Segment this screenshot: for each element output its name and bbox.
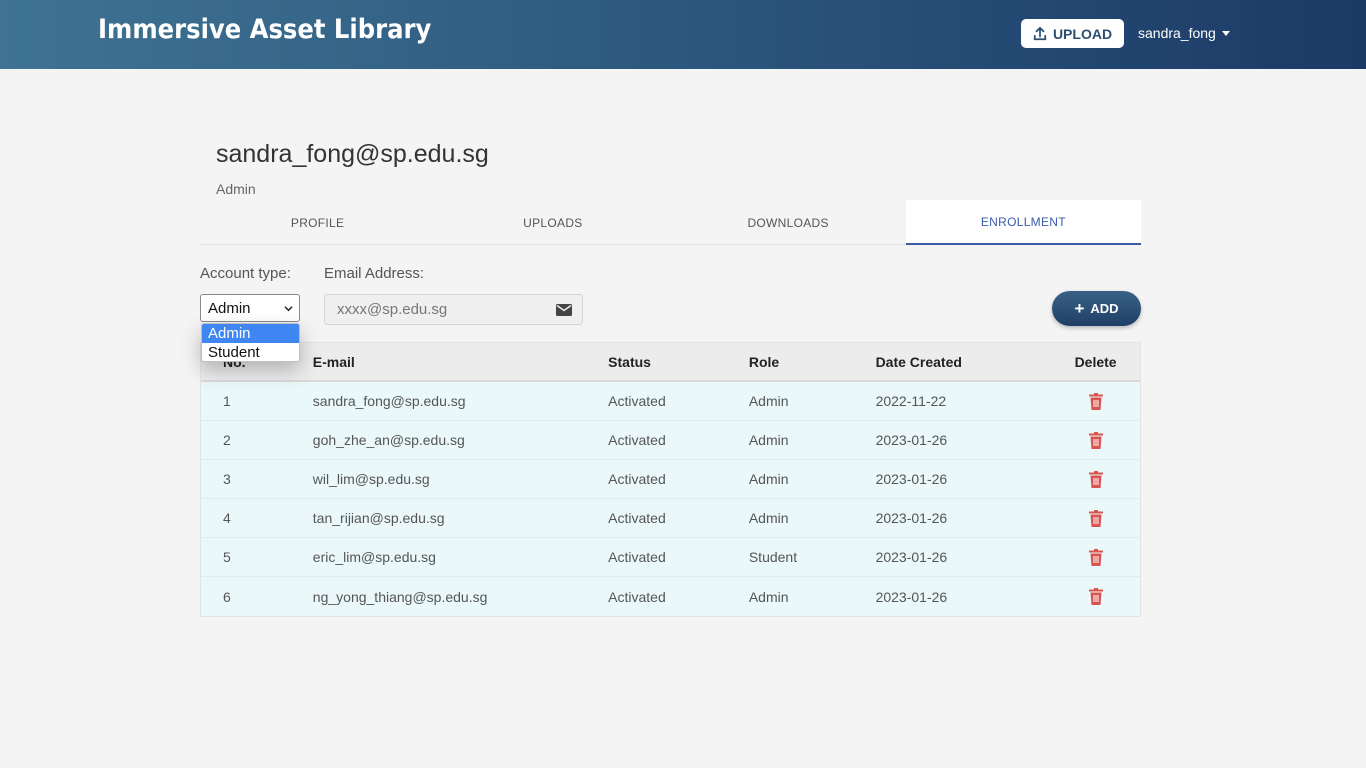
account-type-label: Account type:	[200, 265, 291, 282]
row-role: Admin	[748, 510, 789, 526]
option-admin[interactable]: Admin	[202, 324, 299, 343]
col-date-created: Date Created	[875, 353, 962, 370]
delete-cell	[1051, 548, 1140, 566]
tab-uploads[interactable]: UPLOADS	[435, 200, 670, 245]
upload-icon	[1033, 26, 1047, 40]
trash-icon[interactable]	[1088, 509, 1103, 527]
trash-icon[interactable]	[1088, 431, 1103, 449]
row-status: Activated	[608, 432, 666, 448]
table-row: 6 ng_yong_thiang@sp.edu.sg Activated Adm…	[201, 577, 1140, 616]
user-role: Admin	[216, 181, 256, 197]
delete-cell	[1051, 588, 1140, 605]
row-status: Activated	[608, 588, 666, 605]
user-menu[interactable]: sandra_fong	[1138, 25, 1230, 41]
row-role: Admin	[748, 471, 789, 487]
user-email-heading: sandra_fong@sp.edu.sg	[216, 140, 489, 168]
add-button[interactable]: + ADD	[1052, 291, 1141, 326]
row-date: 2023-01-26	[875, 432, 948, 448]
account-type-select[interactable]: Admin	[200, 294, 300, 322]
row-date: 2023-01-26	[875, 510, 948, 526]
row-email: tan_rijian@sp.edu.sg	[312, 510, 445, 526]
row-email: ng_yong_thiang@sp.edu.sg	[312, 588, 488, 605]
upload-label: UPLOAD	[1052, 25, 1113, 42]
table-row: 1 sandra_fong@sp.edu.sg Activated Admin …	[201, 382, 1140, 421]
row-status: Activated	[608, 510, 666, 526]
profile-tabs: PROFILE UPLOADS DOWNLOADS ENROLLMENT	[200, 200, 1141, 245]
trash-icon[interactable]	[1088, 548, 1103, 566]
row-email: sandra_fong@sp.edu.sg	[312, 393, 466, 409]
top-navbar: Immersive Asset Library UPLOAD sandra_fo…	[0, 0, 1366, 69]
delete-cell	[1051, 392, 1140, 410]
row-email: goh_zhe_an@sp.edu.sg	[312, 432, 465, 448]
trash-icon[interactable]	[1088, 588, 1103, 605]
email-placeholder: xxxx@sp.edu.sg	[337, 301, 448, 318]
row-email: wil_lim@sp.edu.sg	[312, 471, 430, 487]
table-row: 3 wil_lim@sp.edu.sg Activated Admin 2023…	[201, 460, 1140, 499]
trash-icon[interactable]	[1088, 392, 1103, 410]
delete-cell	[1051, 431, 1140, 449]
row-date: 2022-11-22	[875, 393, 947, 409]
table-header: No. E-mail Status Role Date Created Dele…	[201, 343, 1140, 382]
row-status: Activated	[608, 393, 666, 409]
delete-cell	[1051, 509, 1140, 527]
col-role: Role	[748, 353, 780, 370]
enrollment-table: No. E-mail Status Role Date Created Dele…	[200, 342, 1141, 617]
username: sandra_fong	[1138, 25, 1216, 41]
row-role: Admin	[748, 588, 789, 605]
row-no: 6	[223, 588, 231, 605]
upload-button[interactable]: UPLOAD	[1021, 19, 1124, 48]
app-title[interactable]: Immersive Asset Library	[98, 14, 431, 45]
row-role: Admin	[748, 432, 789, 448]
add-label: ADD	[1090, 301, 1119, 316]
trash-icon[interactable]	[1088, 470, 1103, 488]
option-student[interactable]: Student	[202, 343, 299, 361]
account-type-value: Admin	[208, 299, 251, 317]
envelope-icon	[556, 304, 572, 316]
chevron-down-icon	[284, 306, 293, 312]
row-date: 2023-01-26	[875, 549, 948, 565]
caret-down-icon	[1221, 30, 1230, 36]
row-email: eric_lim@sp.edu.sg	[312, 549, 436, 565]
table-row: 2 goh_zhe_an@sp.edu.sg Activated Admin 2…	[201, 421, 1140, 460]
delete-cell	[1051, 470, 1140, 488]
row-no: 3	[223, 471, 231, 487]
row-status: Activated	[608, 549, 666, 565]
col-email: E-mail	[312, 353, 355, 370]
row-status: Activated	[608, 471, 666, 487]
row-role: Admin	[748, 393, 789, 409]
tab-profile[interactable]: PROFILE	[200, 200, 435, 245]
email-address-label: Email Address:	[324, 265, 425, 282]
col-status: Status	[608, 353, 651, 370]
row-date: 2023-01-26	[875, 588, 948, 605]
table-row: 4 tan_rijian@sp.edu.sg Activated Admin 2…	[201, 499, 1140, 538]
row-no: 1	[223, 393, 231, 409]
tab-enrollment[interactable]: ENROLLMENT	[905, 200, 1141, 245]
tab-downloads[interactable]: DOWNLOADS	[671, 200, 906, 245]
row-date: 2023-01-26	[875, 471, 948, 487]
row-no: 5	[223, 549, 231, 565]
email-input[interactable]: xxxx@sp.edu.sg	[324, 294, 583, 325]
row-role: Student	[748, 549, 798, 565]
row-no: 4	[223, 510, 231, 526]
table-row: 5 eric_lim@sp.edu.sg Activated Student 2…	[201, 538, 1140, 577]
account-type-dropdown: Admin Student	[201, 323, 300, 362]
plus-icon: +	[1074, 299, 1085, 318]
col-delete: Delete	[1074, 353, 1117, 370]
row-no: 2	[223, 432, 231, 448]
